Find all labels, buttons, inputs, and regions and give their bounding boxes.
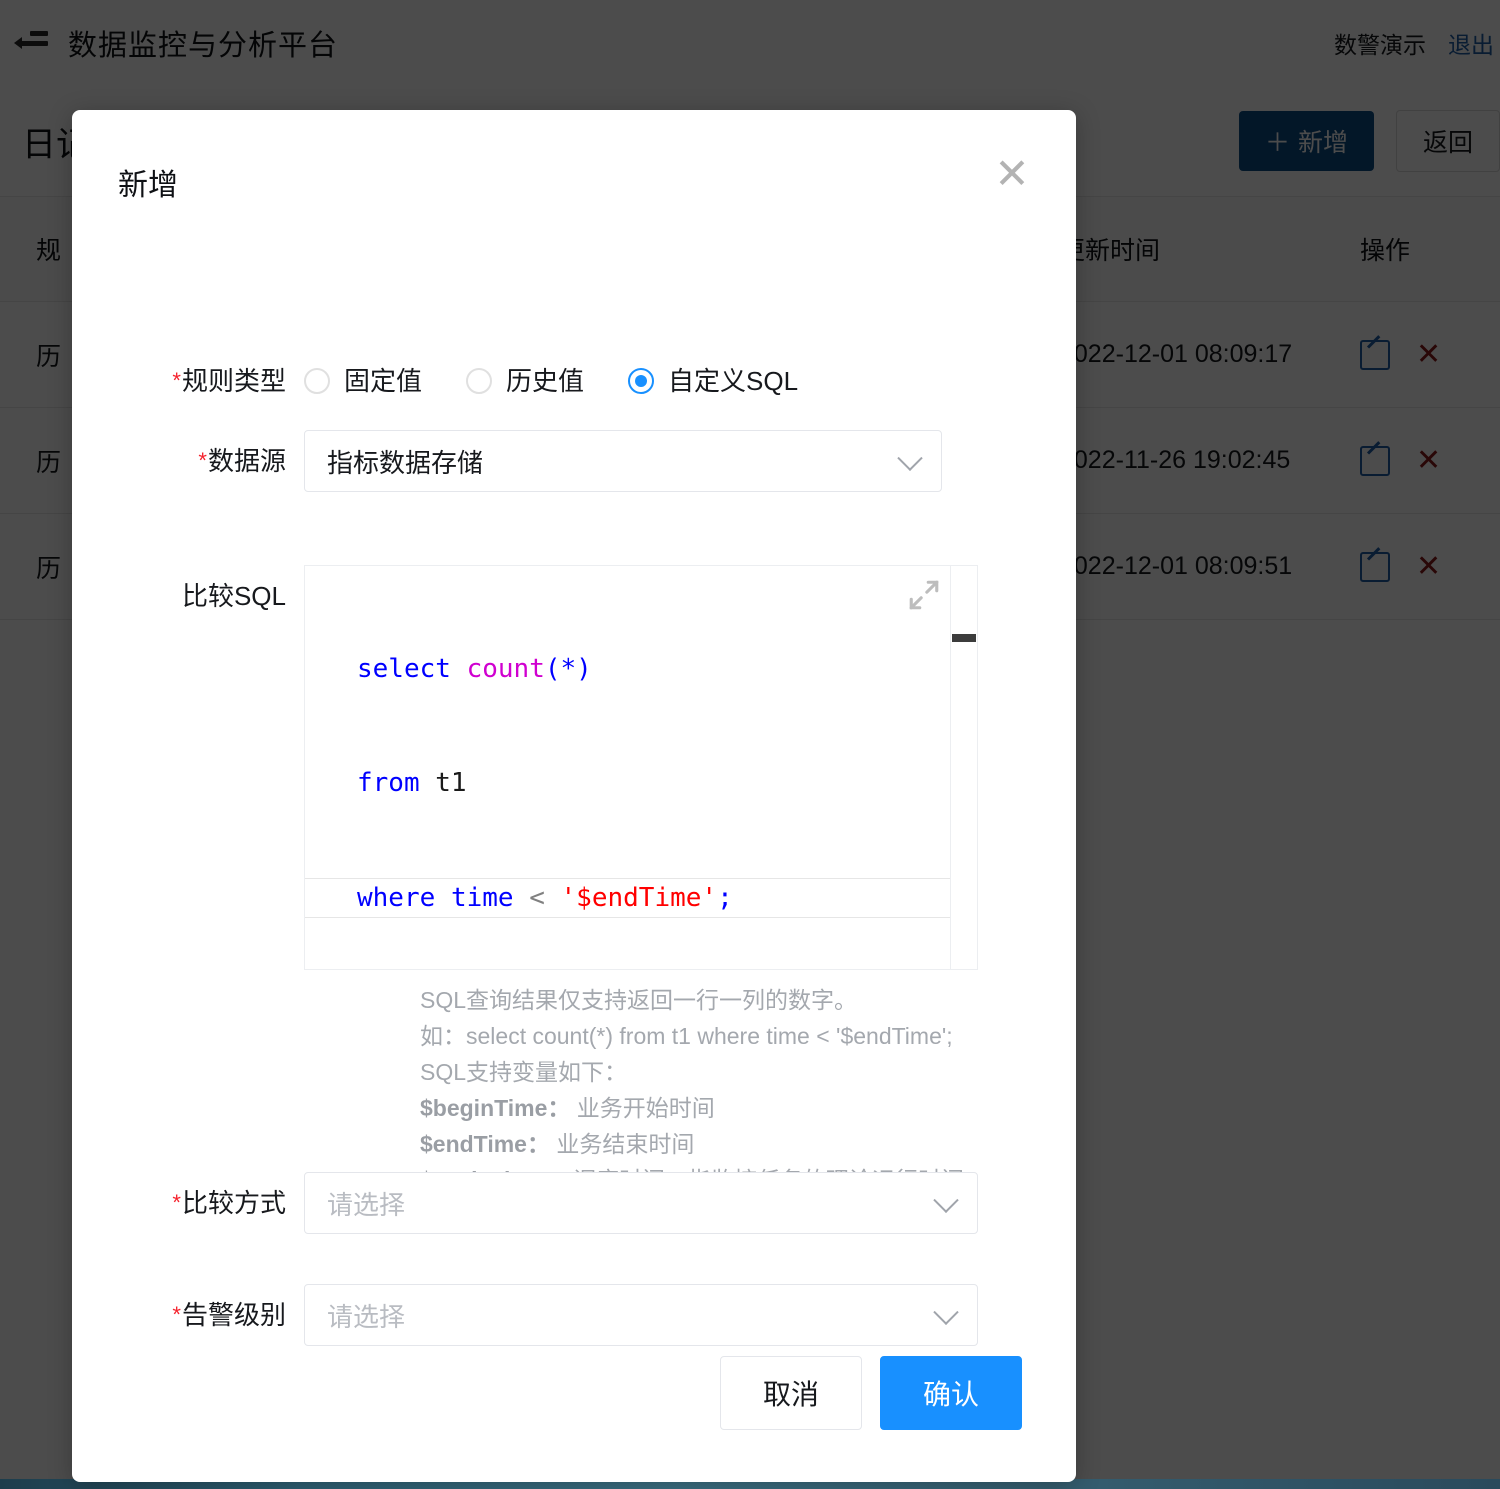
chevron-down-icon — [933, 1300, 958, 1325]
chevron-down-icon — [933, 1188, 958, 1213]
radio-custom-sql[interactable]: 自定义SQL — [628, 350, 798, 412]
sql-code[interactable]: select count(*) from t1 where time < '$e… — [305, 566, 977, 970]
required-marker: * — [198, 448, 207, 473]
radio-label: 历史值 — [506, 350, 584, 412]
radio-dot — [304, 368, 330, 394]
sql-editor[interactable]: select count(*) from t1 where time < '$e… — [304, 565, 978, 970]
label-rule-type-text: 规则类型 — [182, 366, 286, 396]
label-compare-method-text: 比较方式 — [182, 1188, 286, 1218]
field-alert-level: *告警级别 请选择 — [72, 1284, 978, 1346]
label-alert-level-text: 告警级别 — [182, 1300, 286, 1330]
sql-editor-scrollbar[interactable] — [950, 566, 977, 969]
alert-level-placeholder: 请选择 — [305, 1297, 405, 1334]
label-rule-type: *规则类型 — [72, 350, 304, 412]
compare-method-select[interactable]: 请选择 — [304, 1172, 978, 1234]
dialog-title: 新增 — [118, 160, 178, 204]
required-marker: * — [172, 368, 181, 393]
label-datasource: *数据源 — [72, 430, 304, 492]
compare-method-placeholder: 请选择 — [305, 1185, 405, 1222]
field-rule-type: *规则类型 固定值 历史值 自定义SQL — [72, 350, 798, 412]
label-compare-sql: 比较SQL — [72, 565, 304, 627]
radio-label: 自定义SQL — [668, 350, 798, 412]
chevron-down-icon — [897, 446, 922, 471]
rule-type-radio-group: 固定值 历史值 自定义SQL — [304, 350, 798, 412]
confirm-button[interactable]: 确认 — [880, 1356, 1022, 1430]
cancel-button[interactable]: 取消 — [720, 1356, 862, 1430]
sql-line-1: select count(*) — [305, 650, 977, 688]
sql-line-2: from t1 — [305, 764, 977, 802]
var-desc: 业务结束时间 — [556, 1131, 694, 1157]
footer-buttons: 取消 确认 — [720, 1356, 1022, 1430]
radio-label: 固定值 — [344, 350, 422, 412]
dialog-footer: 取消 确认 — [72, 1350, 1076, 1482]
close-icon[interactable]: ✕ — [990, 154, 1034, 198]
help-line-2: 如：select count(*) from t1 where time < '… — [420, 1018, 1060, 1054]
radio-dot-selected — [628, 368, 654, 394]
required-marker: * — [172, 1190, 181, 1215]
label-compare-method: *比较方式 — [72, 1172, 304, 1234]
field-compare-method: *比较方式 请选择 — [72, 1172, 978, 1234]
radio-fixed-value[interactable]: 固定值 — [304, 350, 422, 412]
label-alert-level: *告警级别 — [72, 1284, 304, 1346]
var-name: $beginTime： — [420, 1095, 570, 1121]
radio-history-value[interactable]: 历史值 — [466, 350, 584, 412]
required-marker: * — [172, 1302, 181, 1327]
sql-editor-scrollbar-thumb[interactable] — [952, 634, 976, 642]
help-var-begin-time: $beginTime： 业务开始时间 — [420, 1090, 1060, 1126]
sql-line-3-active: where time < '$endTime'; — [305, 878, 974, 918]
label-datasource-text: 数据源 — [208, 446, 286, 476]
help-line-1: SQL查询结果仅支持返回一行一列的数字。 — [420, 982, 1060, 1018]
var-desc: 业务开始时间 — [577, 1095, 715, 1121]
help-line-3: SQL支持变量如下： — [420, 1054, 1060, 1090]
field-compare-sql: 比较SQL select count(*) from t1 where time… — [72, 565, 978, 970]
alert-level-select[interactable]: 请选择 — [304, 1284, 978, 1346]
expand-icon[interactable] — [907, 578, 941, 612]
radio-dot — [466, 368, 492, 394]
datasource-value: 指标数据存储 — [305, 443, 483, 480]
add-rule-dialog: 新增 ✕ *规则类型 固定值 历史值 自定义SQL — [72, 110, 1076, 1482]
var-name: $endTime： — [420, 1131, 550, 1157]
datasource-select[interactable]: 指标数据存储 — [304, 430, 942, 492]
help-var-end-time: $endTime： 业务结束时间 — [420, 1126, 1060, 1162]
field-datasource: *数据源 指标数据存储 — [72, 430, 942, 492]
